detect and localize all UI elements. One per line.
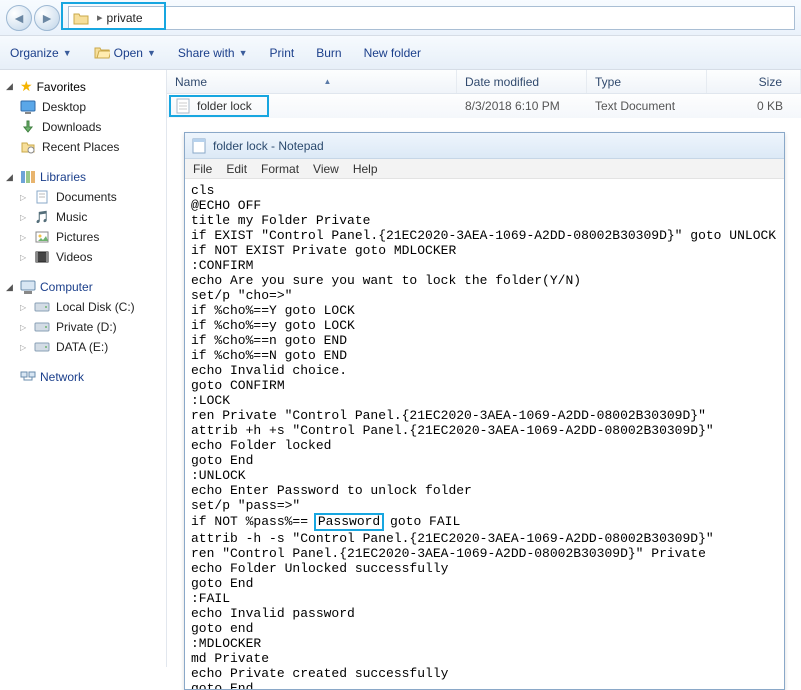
menu-file[interactable]: File <box>193 162 212 176</box>
notepad-menubar: File Edit Format View Help <box>185 159 784 179</box>
organize-button[interactable]: Organize▼ <box>10 46 72 60</box>
notepad-icon <box>191 138 207 154</box>
column-type[interactable]: Type <box>587 70 707 93</box>
favorites-header[interactable]: ◢★Favorites <box>2 76 164 97</box>
network-icon <box>20 369 36 385</box>
drive-icon <box>34 299 50 315</box>
expand-icon: ▷ <box>20 343 28 352</box>
notepad-title-text: folder lock - Notepad <box>213 139 324 153</box>
highlight-password: Password <box>314 513 384 531</box>
sidebar-item-recent-places[interactable]: Recent Places <box>2 137 164 157</box>
address-box[interactable]: ▸ private <box>68 6 795 30</box>
text-file-icon <box>175 98 191 114</box>
notepad-window: folder lock - Notepad File Edit Format V… <box>184 132 785 690</box>
caret-down-icon: ▼ <box>147 48 156 58</box>
column-date[interactable]: Date modified <box>457 70 587 93</box>
expand-icon: ▷ <box>20 213 28 222</box>
collapse-icon: ◢ <box>6 282 16 293</box>
command-bar: Organize▼ Open▼ Share with▼ Print Burn N… <box>0 36 801 70</box>
notepad-body-pre: cls @ECHO OFF title my Folder Private if… <box>191 183 776 529</box>
open-icon <box>94 45 110 61</box>
address-bar: ◄ ► ▸ private <box>0 0 801 36</box>
menu-view[interactable]: View <box>313 162 339 176</box>
expand-icon: ▷ <box>20 323 28 332</box>
back-button[interactable]: ◄ <box>6 5 32 31</box>
documents-icon <box>34 189 50 205</box>
column-name[interactable]: Name▲ <box>167 70 457 93</box>
open-button[interactable]: Open▼ <box>94 45 156 61</box>
folder-icon <box>73 10 89 26</box>
collapse-icon: ◢ <box>6 172 16 183</box>
file-date: 8/3/2018 6:10 PM <box>457 99 587 113</box>
sidebar-item-local-disk-c[interactable]: ▷Local Disk (C:) <box>2 297 164 317</box>
forward-button[interactable]: ► <box>34 5 60 31</box>
print-button[interactable]: Print <box>270 46 295 60</box>
column-size[interactable]: Size <box>707 70 801 93</box>
drive-icon <box>34 339 50 355</box>
sidebar-item-downloads[interactable]: Downloads <box>2 117 164 137</box>
sidebar-item-videos[interactable]: ▷Videos <box>2 247 164 267</box>
expand-icon: ▷ <box>20 233 28 242</box>
sidebar-item-music[interactable]: ▷🎵Music <box>2 207 164 227</box>
file-size: 0 KB <box>707 99 801 113</box>
pictures-icon <box>34 229 50 245</box>
music-icon: 🎵 <box>34 209 50 225</box>
share-with-button[interactable]: Share with▼ <box>178 46 248 60</box>
new-folder-button[interactable]: New folder <box>364 46 421 60</box>
file-name: folder lock <box>197 99 252 113</box>
menu-edit[interactable]: Edit <box>226 162 247 176</box>
breadcrumb-folder[interactable]: private <box>107 11 143 25</box>
caret-down-icon: ▼ <box>239 48 248 58</box>
file-list-pane: Name▲ Date modified Type Size folder loc… <box>167 70 801 667</box>
desktop-icon <box>20 99 36 115</box>
libraries-header[interactable]: ◢Libraries <box>2 167 164 187</box>
expand-icon: ▷ <box>20 253 28 262</box>
star-icon: ★ <box>20 78 33 95</box>
column-headers: Name▲ Date modified Type Size <box>167 70 801 94</box>
sidebar-item-desktop[interactable]: Desktop <box>2 97 164 117</box>
notepad-body-post: goto FAIL attrib -h -s "Control Panel.{2… <box>191 514 714 689</box>
sidebar-item-documents[interactable]: ▷Documents <box>2 187 164 207</box>
collapse-icon: ◢ <box>6 81 16 92</box>
computer-header[interactable]: ◢Computer <box>2 277 164 297</box>
sidebar-item-pictures[interactable]: ▷Pictures <box>2 227 164 247</box>
sort-asc-icon: ▲ <box>324 77 332 86</box>
sidebar-item-data-e[interactable]: ▷DATA (E:) <box>2 337 164 357</box>
sidebar-item-private-d[interactable]: ▷Private (D:) <box>2 317 164 337</box>
computer-icon <box>20 279 36 295</box>
file-row[interactable]: folder lock 8/3/2018 6:10 PM Text Docume… <box>167 94 801 118</box>
downloads-icon <box>20 119 36 135</box>
breadcrumb-separator-icon: ▸ <box>97 11 103 24</box>
notepad-text-area[interactable]: cls @ECHO OFF title my Folder Private if… <box>185 179 784 689</box>
file-type: Text Document <box>587 99 707 113</box>
navigation-pane: ◢★Favorites Desktop Downloads Recent Pla… <box>0 70 167 667</box>
libraries-icon <box>20 169 36 185</box>
expand-icon: ▷ <box>20 193 28 202</box>
burn-button[interactable]: Burn <box>316 46 341 60</box>
caret-down-icon: ▼ <box>63 48 72 58</box>
expand-icon: ▷ <box>20 303 28 312</box>
drive-icon <box>34 319 50 335</box>
menu-help[interactable]: Help <box>353 162 378 176</box>
menu-format[interactable]: Format <box>261 162 299 176</box>
network-header[interactable]: ▷Network <box>2 367 164 387</box>
notepad-titlebar[interactable]: folder lock - Notepad <box>185 133 784 159</box>
recent-places-icon <box>20 139 36 155</box>
videos-icon <box>34 249 50 265</box>
